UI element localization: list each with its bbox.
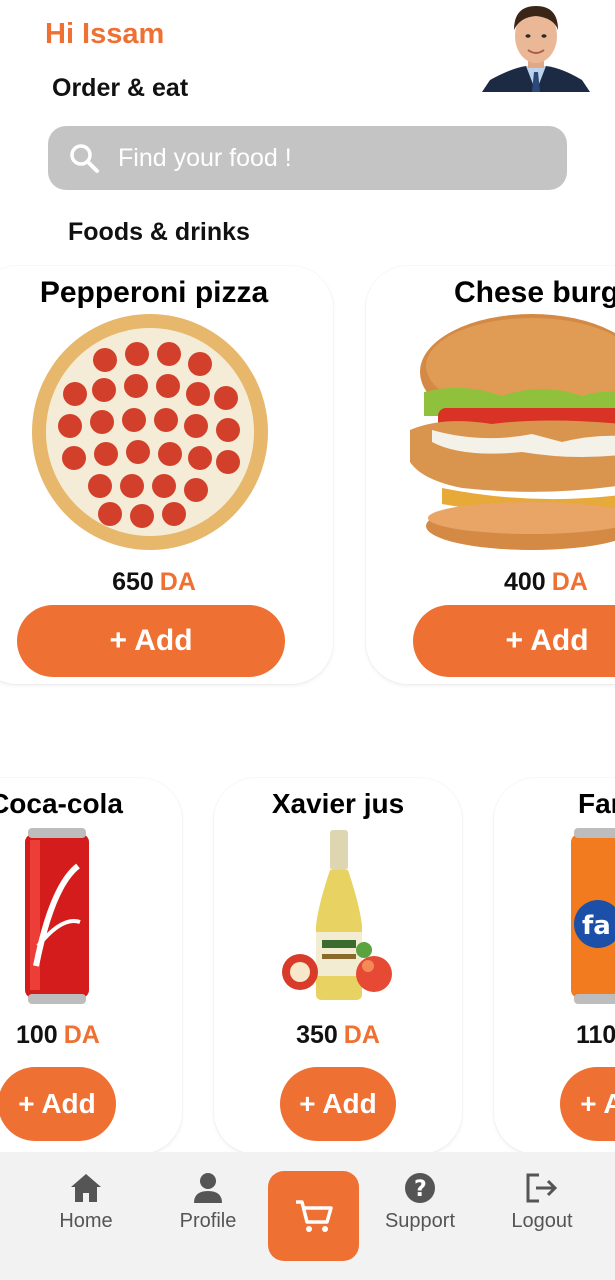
svg-text:?: ?	[414, 1177, 427, 1202]
home-icon	[71, 1174, 101, 1202]
nav-home[interactable]: Home	[36, 1172, 136, 1233]
drink-card-fanta[interactable]: Fanta fa 110DA + Add	[494, 778, 615, 1154]
nav-profile-label: Profile	[179, 1210, 237, 1232]
food-name: Chese burger	[454, 276, 615, 309]
search-icon	[70, 144, 99, 173]
drink-name: Xavier jus	[271, 788, 405, 819]
add-burger-button[interactable]: + Add	[413, 605, 615, 677]
help-icon: ?	[405, 1173, 435, 1203]
bottom-navigation: Home Profile ? Support Logout	[0, 1152, 615, 1280]
app-screen: Hi Issam Order & eat Foods & drinks Pepp…	[0, 0, 615, 1280]
drink-card-cola[interactable]: Coca-cola 100 DA + Add	[0, 778, 182, 1154]
cart-icon	[295, 1200, 333, 1232]
food-card-pizza[interactable]: Pepperoni pizza 650 DA + Add	[0, 266, 333, 684]
cola-can-icon	[25, 828, 89, 1004]
food-card-burger[interactable]: Chese burger 400DA + Add	[366, 266, 615, 684]
food-price: 400 DA	[504, 568, 588, 596]
nav-logout-label: Logout	[511, 1210, 573, 1232]
pizza-icon	[32, 314, 268, 550]
user-avatar-icon	[482, 0, 590, 92]
nav-profile[interactable]: Profile	[158, 1172, 258, 1233]
nav-home-label: Home	[59, 1210, 113, 1232]
burger-icon	[410, 314, 615, 550]
avatar[interactable]	[482, 0, 590, 92]
food-name: Pepperoni pizza	[39, 276, 269, 309]
greeting-title: Hi Issam	[45, 18, 165, 50]
drinks-row[interactable]: Coca-cola 100 DA + Add Xavier jus 350 DA…	[0, 772, 615, 1162]
logout-icon	[526, 1173, 558, 1203]
nav-logout[interactable]: Logout	[492, 1172, 592, 1233]
nav-support[interactable]: ? Support	[370, 1172, 470, 1233]
drink-name: Coca-cola	[0, 788, 123, 819]
add-xavier-button[interactable]: + Add	[280, 1067, 396, 1141]
drink-price: 110DA	[576, 1021, 615, 1049]
drink-price: 100 DA	[16, 1021, 100, 1049]
food-price: 650 DA	[112, 568, 196, 596]
search-input[interactable]	[118, 143, 518, 173]
add-pizza-button[interactable]: + Add	[17, 605, 285, 677]
add-cola-button[interactable]: + Add	[0, 1067, 116, 1141]
subtitle: Order & eat	[52, 74, 189, 102]
section-title: Foods & drinks	[68, 218, 250, 246]
nav-support-label: Support	[384, 1210, 456, 1232]
profile-icon	[194, 1173, 222, 1203]
svg-text:fa: fa	[582, 911, 611, 941]
search-bar[interactable]	[48, 126, 567, 190]
drink-name: Fanta	[578, 788, 615, 819]
juice-bottle-icon	[282, 830, 392, 1000]
fanta-can-icon: fa	[571, 828, 615, 1004]
add-fanta-button[interactable]: + Add	[560, 1067, 615, 1141]
cart-button[interactable]	[268, 1171, 359, 1261]
foods-row[interactable]: Pepperoni pizza 650DA + Add Chese burge	[0, 262, 615, 692]
drink-price: 350 DA	[296, 1021, 380, 1049]
drink-card-xavier[interactable]: Xavier jus 350 DA + Add	[214, 778, 462, 1154]
